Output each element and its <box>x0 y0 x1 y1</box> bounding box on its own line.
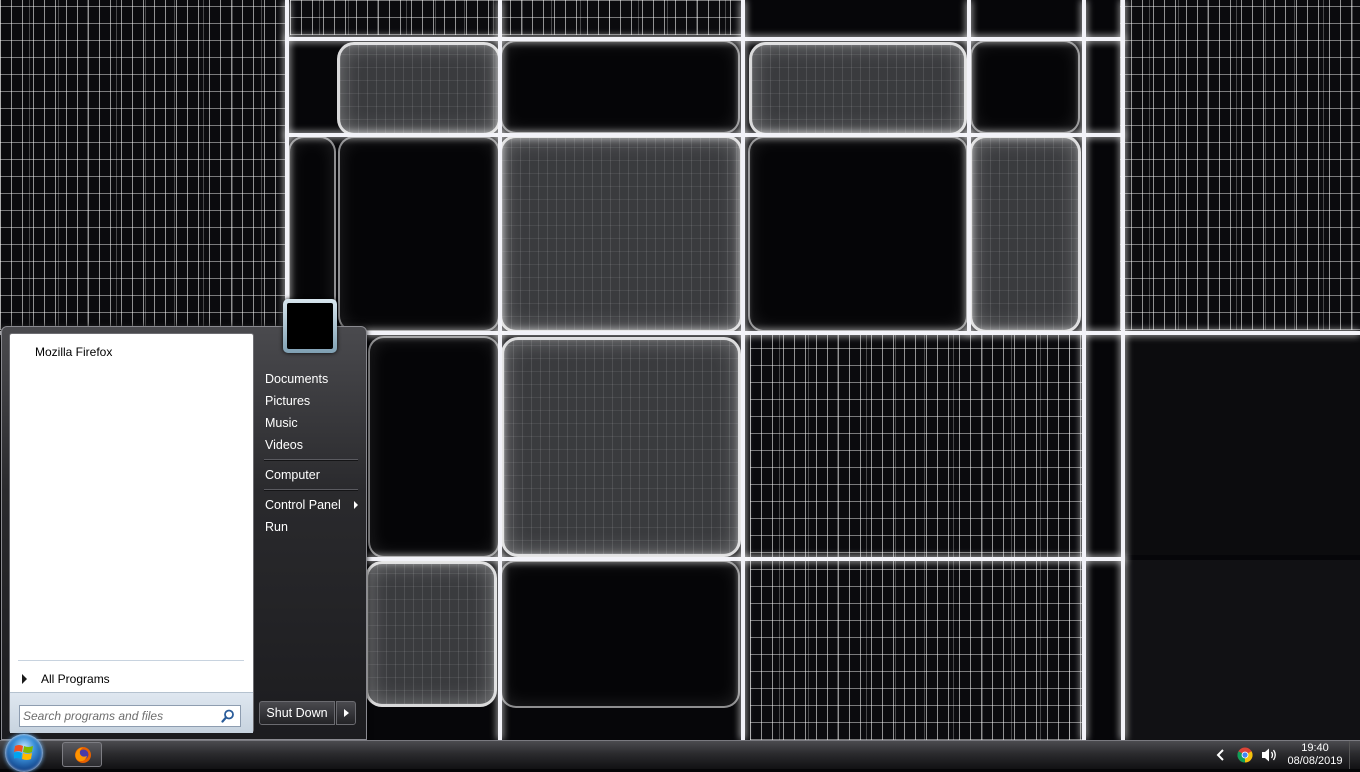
windows-logo-icon <box>14 745 33 760</box>
search-icon[interactable] <box>221 709 235 723</box>
start-link-control-panel[interactable]: Control Panel <box>258 495 362 515</box>
start-button[interactable] <box>5 734 43 772</box>
start-link-run[interactable]: Run <box>258 517 362 537</box>
wallpaper-pattern <box>1121 0 1125 740</box>
show-desktop-button[interactable] <box>1349 741 1360 769</box>
divider <box>264 459 358 461</box>
wallpaper-pattern <box>285 133 1125 137</box>
start-link-music[interactable]: Music <box>258 413 362 433</box>
chrome-icon[interactable] <box>1237 747 1253 763</box>
submenu-arrow-icon <box>354 501 358 509</box>
start-link-computer[interactable]: Computer <box>258 465 362 485</box>
wallpaper-pattern <box>972 138 1078 330</box>
taskbar: 19:40 08/08/2019 <box>0 734 1360 772</box>
wallpaper-pattern <box>365 557 1125 561</box>
clock-time: 19:40 <box>1301 742 1329 754</box>
wallpaper-pattern <box>504 340 738 554</box>
wallpaper-pattern <box>1126 340 1360 555</box>
search-input[interactable] <box>23 707 215 725</box>
control-panel-label: Control Panel <box>265 498 341 512</box>
wallpaper-pattern <box>370 338 498 556</box>
wallpaper-pattern <box>750 335 1085 740</box>
start-menu-programs-pane: Mozilla Firefox All Programs <box>9 333 254 733</box>
wallpaper-pattern <box>502 42 738 132</box>
user-avatar[interactable] <box>283 299 337 353</box>
start-menu: Mozilla Firefox All Programs Documents P… <box>1 299 367 740</box>
shutdown-group: Shut Down <box>259 701 356 725</box>
wallpaper-pattern <box>741 0 745 740</box>
wallpaper-pattern <box>1082 0 1086 740</box>
wallpaper-pattern <box>502 138 740 330</box>
start-link-videos[interactable]: Videos <box>258 435 362 455</box>
shut-down-options-button[interactable] <box>336 701 356 725</box>
wallpaper-pattern <box>285 0 289 335</box>
firefox-icon <box>75 747 91 763</box>
divider <box>18 660 244 661</box>
wallpaper-pattern <box>972 42 1078 132</box>
wallpaper-pattern <box>1126 560 1360 740</box>
start-link-documents[interactable]: Documents <box>258 369 362 389</box>
wallpaper-pattern <box>967 0 971 335</box>
wallpaper-pattern <box>285 37 1125 41</box>
start-link-pictures[interactable]: Pictures <box>258 391 362 411</box>
volume-icon[interactable] <box>1261 747 1278 763</box>
triangle-right-icon <box>22 674 27 684</box>
wallpaper-pattern <box>498 0 502 740</box>
wallpaper-pattern <box>752 45 964 133</box>
wallpaper-pattern <box>290 0 745 35</box>
taskbar-firefox-button[interactable] <box>62 742 102 767</box>
wallpaper-pattern <box>750 138 966 330</box>
wallpaper-pattern <box>340 138 498 330</box>
chevron-left-icon[interactable] <box>1216 749 1226 761</box>
search-area <box>10 692 253 733</box>
search-box[interactable] <box>19 705 241 727</box>
system-clock[interactable]: 19:40 08/08/2019 <box>1284 742 1346 768</box>
wallpaper-pattern <box>0 0 285 330</box>
divider <box>264 489 358 491</box>
wallpaper-pattern <box>1120 0 1360 330</box>
wallpaper-pattern <box>502 562 738 706</box>
all-programs-label: All Programs <box>41 672 110 686</box>
wallpaper-pattern <box>340 45 498 133</box>
wallpaper-pattern <box>368 564 494 704</box>
program-item-firefox[interactable]: Mozilla Firefox <box>14 342 246 362</box>
shut-down-button[interactable]: Shut Down <box>259 701 335 725</box>
triangle-right-icon <box>344 709 349 717</box>
clock-date: 08/08/2019 <box>1287 755 1343 767</box>
all-programs-button[interactable]: All Programs <box>14 668 246 690</box>
